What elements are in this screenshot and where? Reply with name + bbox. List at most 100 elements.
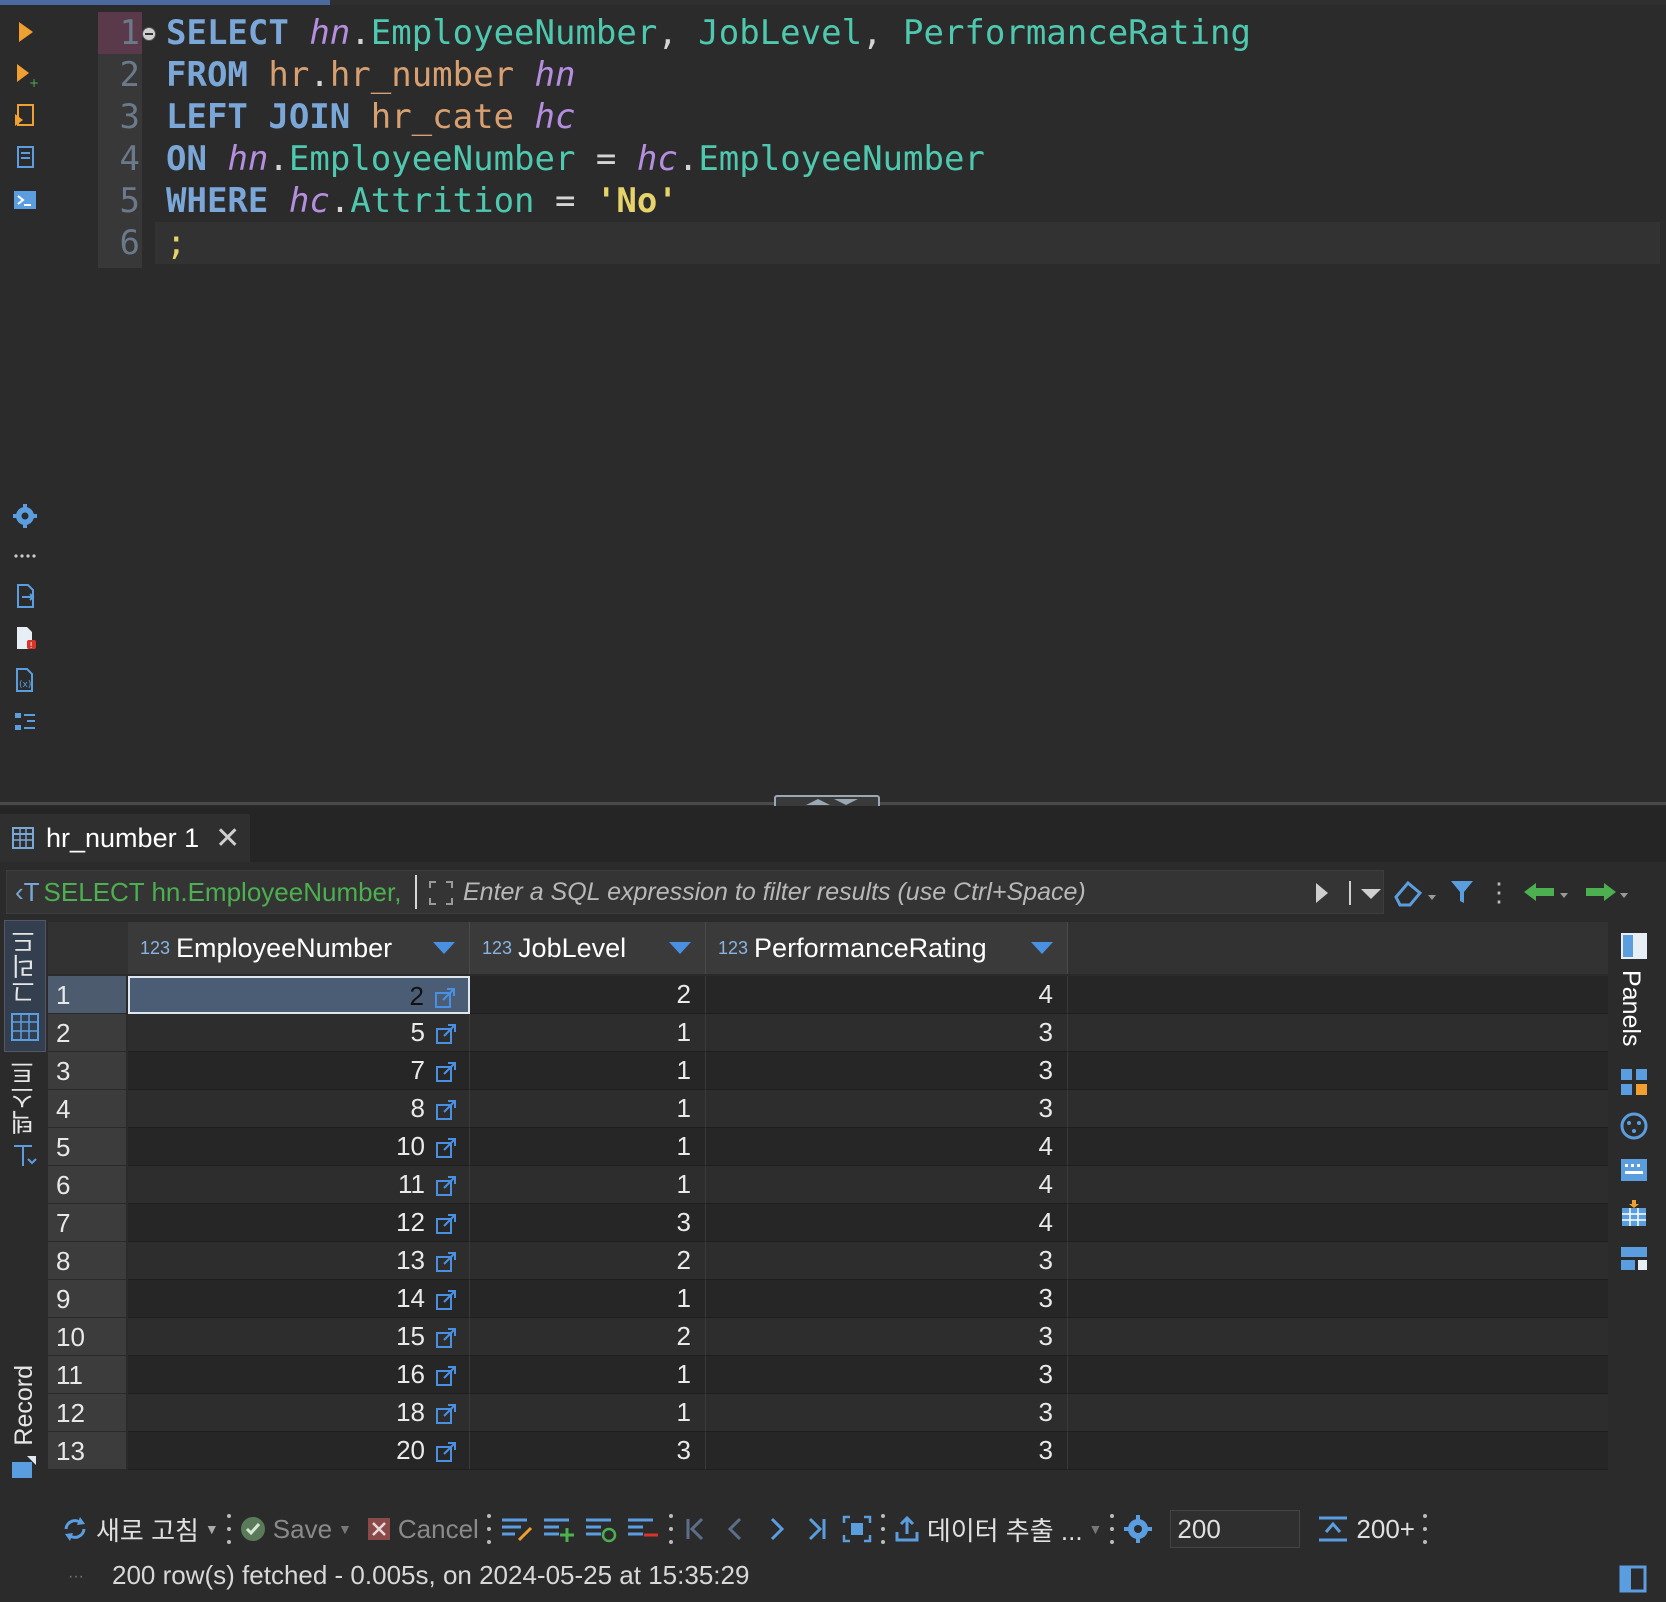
fetch-page-icon[interactable]	[841, 1514, 873, 1544]
table-cell[interactable]: 1	[470, 1052, 706, 1090]
table-cell[interactable]: 18	[128, 1394, 470, 1432]
row-number[interactable]: 13	[48, 1432, 126, 1470]
table-cell[interactable]: 15	[128, 1318, 470, 1356]
table-cell[interactable]: 3	[706, 1318, 1068, 1356]
row-number[interactable]: 4	[48, 1090, 126, 1128]
filter-icon[interactable]	[1448, 877, 1476, 907]
settings-gear-icon[interactable]	[1122, 1513, 1154, 1545]
table-row[interactable]: 4 8 1 3	[48, 1090, 1608, 1128]
table-row[interactable]: 3 7 1 3	[48, 1052, 1608, 1090]
row-number[interactable]: 2	[48, 1014, 126, 1052]
open-link-icon[interactable]	[435, 1289, 457, 1311]
table-cell[interactable]: 8	[128, 1090, 470, 1128]
code-line[interactable]: WHERE hc.Attrition = 'No'	[166, 180, 1251, 222]
execute-statement-icon[interactable]	[8, 15, 42, 49]
execute-script-new-tab-icon[interactable]	[8, 141, 42, 175]
table-cell[interactable]: 3	[706, 1280, 1068, 1318]
open-link-icon[interactable]	[435, 1213, 457, 1235]
last-page-icon[interactable]	[801, 1514, 831, 1544]
table-cell[interactable]: 3	[706, 1394, 1068, 1432]
fetch-all-button[interactable]: 200+	[1316, 1514, 1415, 1545]
apply-filter-icon[interactable]	[1312, 879, 1332, 907]
panels-label[interactable]: Panels	[1616, 970, 1645, 1046]
table-cell[interactable]: 13	[128, 1242, 470, 1280]
table-row[interactable]: 13 20 3 3	[48, 1432, 1608, 1470]
code-line[interactable]: ;	[166, 222, 1251, 264]
settings-gear-icon[interactable]	[8, 499, 42, 533]
calculator-icon[interactable]	[1618, 1066, 1650, 1098]
table-cell[interactable]: 3	[706, 1014, 1068, 1052]
sort-arrow-icon[interactable]	[1031, 942, 1053, 954]
metadata-icon[interactable]	[1618, 1198, 1650, 1230]
sql-code[interactable]: SELECT hn.EmployeeNumber, JobLevel, Perf…	[166, 12, 1251, 264]
panel-toggle-icon[interactable]	[1618, 1564, 1648, 1594]
open-link-icon[interactable]	[435, 1327, 457, 1349]
forward-arrow-icon[interactable]	[1582, 877, 1632, 907]
table-cell[interactable]: 11	[128, 1166, 470, 1204]
execute-script-icon[interactable]	[8, 99, 42, 133]
table-cell[interactable]: 3	[470, 1204, 706, 1242]
tab-record[interactable]: Record	[4, 1365, 44, 1495]
chevron-down-icon[interactable]: ▼	[1089, 1521, 1103, 1537]
previous-page-icon[interactable]	[721, 1514, 751, 1544]
row-number[interactable]: 10	[48, 1318, 126, 1356]
eraser-icon[interactable]	[1392, 877, 1438, 907]
filter-history-dropdown-icon[interactable]	[1347, 879, 1387, 907]
table-cell[interactable]: 12	[128, 1204, 470, 1242]
table-cell[interactable]: 4	[706, 976, 1068, 1014]
variables-icon[interactable]: (x)	[8, 663, 42, 697]
delete-row-icon[interactable]	[625, 1514, 661, 1544]
table-row[interactable]: 1 2 2 4	[48, 976, 1608, 1014]
open-link-icon[interactable]	[435, 1061, 457, 1083]
table-cell[interactable]: 20	[128, 1432, 470, 1470]
table-cell[interactable]: 2	[470, 1242, 706, 1280]
outline-icon[interactable]	[8, 705, 42, 739]
table-cell[interactable]: 3	[706, 1242, 1068, 1280]
close-icon[interactable]: ✕	[215, 821, 240, 856]
table-cell[interactable]: 4	[706, 1128, 1068, 1166]
table-cell[interactable]: 1	[470, 1090, 706, 1128]
cancel-button[interactable]: Cancel	[366, 1514, 479, 1545]
table-row[interactable]: 9 14 1 3	[48, 1280, 1608, 1318]
column-header-job-level[interactable]: 123 JobLevel	[470, 922, 706, 974]
open-link-icon[interactable]	[435, 1365, 457, 1387]
console-icon[interactable]	[8, 183, 42, 217]
row-number[interactable]: 3	[48, 1052, 126, 1090]
table-cell[interactable]: 4	[706, 1204, 1068, 1242]
open-link-icon[interactable]	[435, 1023, 457, 1045]
column-header-performance-rating[interactable]: 123 PerformanceRating	[706, 922, 1068, 974]
more-options-icon[interactable]	[8, 539, 42, 573]
filter-query-preview[interactable]: ‹T SELECT hn.EmployeeNumber,	[15, 877, 401, 908]
next-page-icon[interactable]	[761, 1514, 791, 1544]
row-number[interactable]: 12	[48, 1394, 126, 1432]
table-row[interactable]: 8 13 2 3	[48, 1242, 1608, 1280]
open-link-icon[interactable]	[435, 1137, 457, 1159]
panels-icon[interactable]	[1618, 930, 1650, 962]
table-row[interactable]: 10 15 2 3	[48, 1318, 1608, 1356]
table-cell[interactable]: 2	[128, 976, 470, 1014]
grouping-icon[interactable]	[1618, 1242, 1650, 1274]
open-link-icon[interactable]	[435, 1441, 457, 1463]
table-cell[interactable]: 2	[470, 976, 706, 1014]
table-cell[interactable]: 2	[470, 1318, 706, 1356]
table-cell[interactable]: 1	[470, 1014, 706, 1052]
table-cell[interactable]: 14	[128, 1280, 470, 1318]
row-number[interactable]: 9	[48, 1280, 126, 1318]
table-row[interactable]: 12 18 1 3	[48, 1394, 1608, 1432]
sort-arrow-icon[interactable]	[433, 942, 455, 954]
refresh-button[interactable]: 새로 고침 ▼	[60, 1511, 219, 1548]
back-arrow-icon[interactable]	[1522, 877, 1572, 907]
add-row-icon[interactable]	[541, 1514, 577, 1544]
references-icon[interactable]	[1618, 1110, 1650, 1142]
table-cell[interactable]: 1	[470, 1280, 706, 1318]
table-cell[interactable]: 4	[706, 1166, 1068, 1204]
fold-collapse-icon[interactable]	[142, 27, 156, 41]
chevron-down-icon[interactable]: ▼	[205, 1521, 219, 1537]
file-error-icon[interactable]: !	[8, 621, 42, 655]
row-number[interactable]: 1	[48, 976, 126, 1014]
edit-row-icon[interactable]	[499, 1514, 535, 1544]
table-row[interactable]: 5 10 1 4	[48, 1128, 1608, 1166]
row-number[interactable]: 6	[48, 1166, 126, 1204]
tab-grid[interactable]: 그리드	[4, 920, 46, 1052]
sort-arrow-icon[interactable]	[669, 942, 691, 954]
